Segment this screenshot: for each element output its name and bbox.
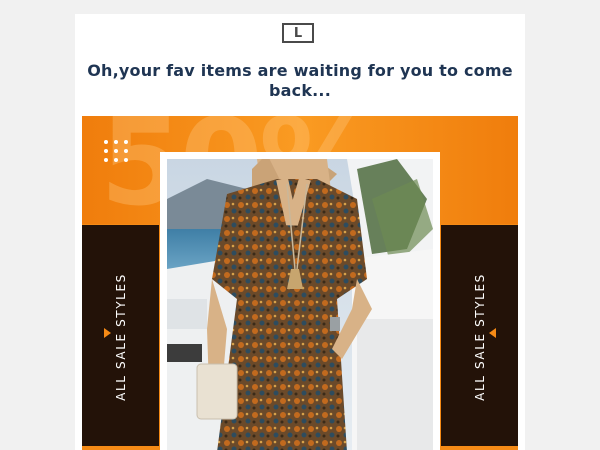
product-photo[interactable] [167, 159, 433, 450]
email-container: L Oh,your fav items are waiting for you … [75, 14, 525, 450]
brand-logo-letter: L [293, 25, 303, 41]
left-cta-label[interactable]: ALL SALE STYLES [114, 273, 128, 401]
right-sale-panel[interactable]: ALL SALE STYLES [441, 225, 518, 450]
triangle-right-icon [104, 328, 111, 338]
left-accent-strip [82, 446, 159, 450]
left-sale-panel[interactable]: ALL SALE STYLES [82, 225, 159, 450]
right-cta-label[interactable]: ALL SALE STYLES [473, 273, 487, 401]
dot-grid-icon [104, 140, 132, 166]
headline: Oh,your fav items are waiting for you to… [87, 61, 513, 100]
triangle-left-icon [489, 328, 496, 338]
brand-logo-icon[interactable]: L [282, 23, 314, 43]
product-photo-frame[interactable] [160, 152, 440, 450]
sale-banner[interactable]: 50% ALL SALE STYLES ALL SALE STYLES [82, 116, 518, 450]
dress-model-image [167, 159, 433, 450]
right-accent-strip [441, 446, 518, 450]
